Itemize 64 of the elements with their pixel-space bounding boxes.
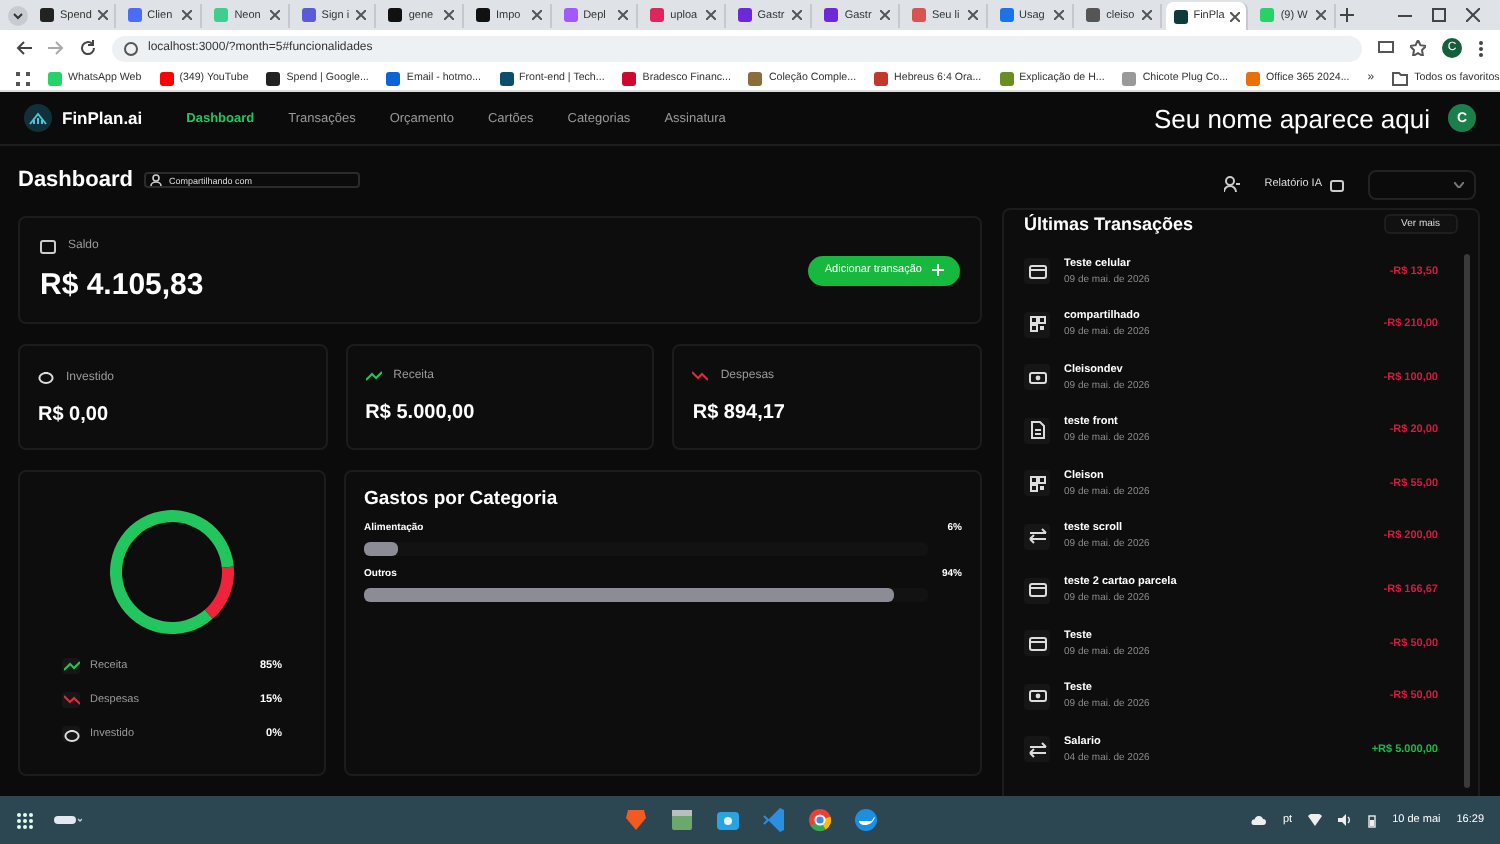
close-icon[interactable] — [531, 10, 542, 20]
close-icon[interactable] — [1230, 11, 1241, 21]
summary-value: R$ 894,17 — [692, 402, 787, 424]
files-icon[interactable] — [669, 808, 693, 832]
maximize-icon[interactable] — [1431, 8, 1446, 22]
qr-code-icon — [1027, 473, 1047, 494]
more-menu-icon[interactable] — [1478, 39, 1484, 57]
back-icon[interactable] — [16, 40, 32, 56]
volume-icon[interactable] — [1338, 814, 1353, 826]
trend-down-icon — [63, 694, 79, 706]
close-icon[interactable] — [792, 10, 803, 20]
close-icon[interactable] — [356, 10, 367, 20]
close-icon[interactable] — [1054, 10, 1065, 20]
card-icon — [1027, 580, 1047, 601]
close-icon[interactable] — [269, 10, 280, 20]
summary-value: R$ 0,00 — [38, 404, 111, 426]
panel-title: Últimas Transações — [1024, 213, 1194, 233]
folder-icon — [1392, 71, 1409, 85]
close-icon[interactable] — [705, 10, 716, 20]
close-icon[interactable] — [1315, 10, 1326, 20]
plus-icon — [932, 264, 944, 276]
document-icon — [1027, 420, 1047, 441]
reload-icon[interactable] — [80, 40, 96, 56]
tab-search-icon[interactable] — [8, 5, 28, 25]
summary-value: R$ 5.000,00 — [365, 402, 477, 424]
launcher-icon[interactable] — [16, 811, 34, 829]
qr-code-icon — [1027, 314, 1047, 335]
cloud-sync-icon[interactable] — [1250, 814, 1267, 826]
camera-icon[interactable] — [715, 808, 739, 832]
brand-name: FinPlan.ai — [62, 108, 143, 128]
trend-down-icon — [692, 370, 709, 382]
close-icon[interactable] — [967, 10, 978, 20]
user-filter-icon[interactable] — [1224, 176, 1241, 192]
close-icon[interactable] — [618, 10, 629, 20]
site-info-icon[interactable] — [124, 41, 138, 55]
chrome-icon[interactable] — [807, 808, 831, 832]
transfer-arrows-icon — [1027, 526, 1047, 547]
scrollbar[interactable] — [1464, 254, 1470, 788]
user-name: Seu nome aparece aqui — [1153, 103, 1430, 133]
code-editor-icon[interactable] — [761, 808, 785, 832]
balance-value: R$ 4.105,83 — [40, 268, 204, 302]
page-title: Dashboard — [18, 168, 133, 192]
close-icon[interactable] — [443, 10, 454, 20]
close-icon[interactable] — [1465, 8, 1480, 22]
card-icon — [1027, 633, 1047, 654]
close-icon[interactable] — [879, 10, 890, 20]
trend-up-icon — [365, 370, 382, 382]
banknote-icon — [1027, 686, 1047, 707]
card-icon — [1027, 261, 1047, 281]
new-tab-icon[interactable] — [1339, 8, 1354, 22]
banknote-icon — [1027, 367, 1047, 388]
close-icon[interactable] — [97, 10, 108, 20]
chevron-down-icon — [1454, 181, 1464, 187]
wifi-icon[interactable] — [1308, 814, 1323, 826]
logo-icon — [24, 104, 52, 132]
bookmark-star-icon[interactable] — [1410, 40, 1426, 56]
apps-grid-icon[interactable] — [16, 71, 30, 85]
close-icon[interactable] — [182, 10, 193, 20]
transfer-arrows-icon — [1027, 739, 1047, 760]
battery-icon[interactable] — [1368, 813, 1377, 827]
trend-up-icon — [63, 660, 79, 672]
card-title: Gastos por Categoria — [364, 488, 560, 510]
user-icon — [150, 174, 163, 186]
close-icon[interactable] — [1141, 10, 1152, 20]
